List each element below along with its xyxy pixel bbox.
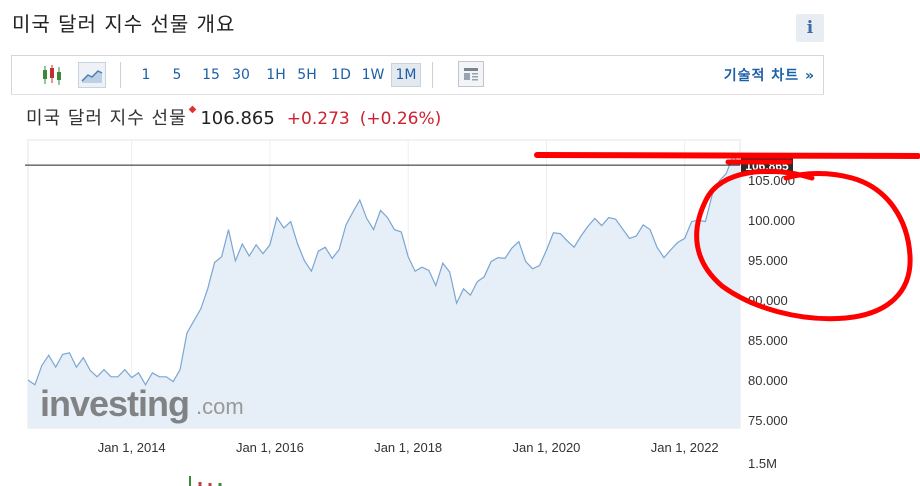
y-tick-label: 100.000 <box>748 213 795 228</box>
y-tick-label: 80.000 <box>748 373 788 388</box>
watermark-domain: .com <box>196 394 244 419</box>
volume-axis-label: 1.5M <box>748 456 777 471</box>
price-chart[interactable]: investing .com Jan 1, 2014 Jan 1, 2016 Jan … <box>0 0 920 486</box>
y-tick-label: 85.000 <box>748 333 788 348</box>
x-tick-label: Jan 1, 2016 <box>236 440 304 455</box>
y-tick-label: 75.000 <box>748 413 788 428</box>
x-tick-label: Jan 1, 2020 <box>512 440 580 455</box>
x-axis-labels: Jan 1, 2014 Jan 1, 2016 Jan 1, 2018 Jan 1, … <box>98 440 719 455</box>
x-tick-label: Jan 1, 2022 <box>651 440 719 455</box>
annotation-underline <box>534 152 920 159</box>
x-tick-label: Jan 1, 2018 <box>374 440 442 455</box>
volume-area: 1.5M <box>189 456 777 486</box>
y-tick-label: 95.000 <box>748 253 788 268</box>
x-tick-label: Jan 1, 2014 <box>98 440 166 455</box>
watermark-text: investing <box>40 383 189 424</box>
y-axis-labels: 105.000100.00095.00090.00085.00080.00075… <box>748 173 795 428</box>
